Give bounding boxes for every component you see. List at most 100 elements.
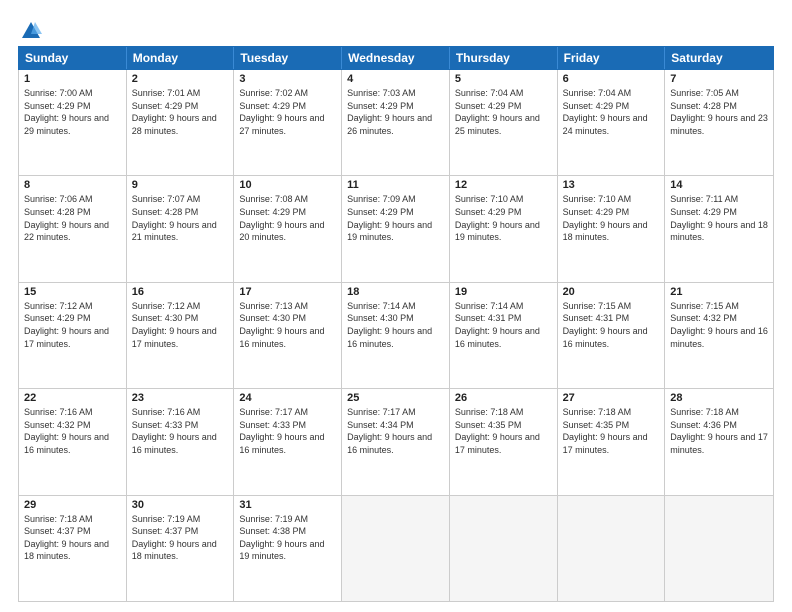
calendar-cell: 6 Sunrise: 7:04 AMSunset: 4:29 PMDaylight… xyxy=(558,70,666,175)
calendar-cell: 14Sunrise: 7:11 AMSunset: 4:29 PMDayligh… xyxy=(665,176,773,281)
day-detail: Sunrise: 7:08 AMSunset: 4:29 PMDaylight:… xyxy=(239,193,336,243)
day-detail: Sunrise: 7:04 AMSunset: 4:29 PMDaylight:… xyxy=(563,87,660,137)
calendar-header-cell: Thursday xyxy=(450,47,558,69)
calendar-cell: 30 Sunrise: 7:19 AMSunset: 4:37 PMDayligh… xyxy=(127,496,235,601)
calendar-header-cell: Friday xyxy=(558,47,666,69)
calendar-cell: 26Sunrise: 7:18 AMSunset: 4:35 PMDayligh… xyxy=(450,389,558,494)
page: SundayMondayTuesdayWednesdayThursdayFrid… xyxy=(0,0,792,612)
day-number: 10 xyxy=(239,179,336,191)
day-detail: Sunrise: 7:01 AMSunset: 4:29 PMDaylight:… xyxy=(132,87,229,137)
calendar: SundayMondayTuesdayWednesdayThursdayFrid… xyxy=(18,46,774,602)
day-detail: Sunrise: 7:14 AMSunset: 4:31 PMDaylight:… xyxy=(455,300,552,350)
day-number: 7 xyxy=(670,73,768,85)
day-number: 1 xyxy=(24,73,121,85)
day-detail: Sunrise: 7:17 AMSunset: 4:34 PMDaylight:… xyxy=(347,406,444,456)
calendar-cell: 20 Sunrise: 7:15 AMSunset: 4:31 PMDayligh… xyxy=(558,283,666,388)
day-detail: Sunrise: 7:10 AMSunset: 4:29 PMDaylight:… xyxy=(563,193,660,243)
calendar-cell: 16 Sunrise: 7:12 AMSunset: 4:30 PMDayligh… xyxy=(127,283,235,388)
day-detail: Sunrise: 7:19 AMSunset: 4:37 PMDaylight:… xyxy=(132,513,229,563)
day-number: 26 xyxy=(455,392,552,404)
day-detail: Sunrise: 7:18 AMSunset: 4:37 PMDaylight:… xyxy=(24,513,121,563)
calendar-cell: 25 Sunrise: 7:17 AMSunset: 4:34 PMDayligh… xyxy=(342,389,450,494)
day-detail: Sunrise: 7:15 AMSunset: 4:32 PMDaylight:… xyxy=(670,300,768,350)
day-detail: Sunrise: 7:12 AMSunset: 4:30 PMDaylight:… xyxy=(132,300,229,350)
calendar-cell: 28Sunrise: 7:18 AMSunset: 4:36 PMDayligh… xyxy=(665,389,773,494)
calendar-cell xyxy=(342,496,450,601)
day-number: 4 xyxy=(347,73,444,85)
calendar-cell xyxy=(558,496,666,601)
calendar-cell: 24Sunrise: 7:17 AMSunset: 4:33 PMDayligh… xyxy=(234,389,342,494)
day-detail: Sunrise: 7:19 AMSunset: 4:38 PMDaylight:… xyxy=(239,513,336,563)
calendar-header: SundayMondayTuesdayWednesdayThursdayFrid… xyxy=(18,46,774,70)
day-detail: Sunrise: 7:18 AMSunset: 4:35 PMDaylight:… xyxy=(563,406,660,456)
header xyxy=(18,16,774,38)
day-detail: Sunrise: 7:10 AMSunset: 4:29 PMDaylight:… xyxy=(455,193,552,243)
calendar-cell: 5 Sunrise: 7:04 AMSunset: 4:29 PMDaylight… xyxy=(450,70,558,175)
calendar-cell: 17Sunrise: 7:13 AMSunset: 4:30 PMDayligh… xyxy=(234,283,342,388)
day-number: 12 xyxy=(455,179,552,191)
day-number: 6 xyxy=(563,73,660,85)
day-detail: Sunrise: 7:02 AMSunset: 4:29 PMDaylight:… xyxy=(239,87,336,137)
calendar-cell: 2Sunrise: 7:01 AMSunset: 4:29 PMDaylight… xyxy=(127,70,235,175)
day-detail: Sunrise: 7:14 AMSunset: 4:30 PMDaylight:… xyxy=(347,300,444,350)
calendar-cell: 4 Sunrise: 7:03 AMSunset: 4:29 PMDaylight… xyxy=(342,70,450,175)
calendar-header-cell: Monday xyxy=(127,47,235,69)
day-number: 31 xyxy=(239,499,336,511)
day-number: 28 xyxy=(670,392,768,404)
day-detail: Sunrise: 7:15 AMSunset: 4:31 PMDaylight:… xyxy=(563,300,660,350)
calendar-header-cell: Saturday xyxy=(665,47,773,69)
calendar-cell: 9 Sunrise: 7:07 AMSunset: 4:28 PMDaylight… xyxy=(127,176,235,281)
day-number: 25 xyxy=(347,392,444,404)
day-detail: Sunrise: 7:00 AMSunset: 4:29 PMDaylight:… xyxy=(24,87,121,137)
day-detail: Sunrise: 7:04 AMSunset: 4:29 PMDaylight:… xyxy=(455,87,552,137)
day-detail: Sunrise: 7:17 AMSunset: 4:33 PMDaylight:… xyxy=(239,406,336,456)
day-number: 17 xyxy=(239,286,336,298)
day-detail: Sunrise: 7:03 AMSunset: 4:29 PMDaylight:… xyxy=(347,87,444,137)
day-number: 11 xyxy=(347,179,444,191)
calendar-cell: 18 Sunrise: 7:14 AMSunset: 4:30 PMDayligh… xyxy=(342,283,450,388)
day-number: 18 xyxy=(347,286,444,298)
calendar-week: 22 Sunrise: 7:16 AMSunset: 4:32 PMDayligh… xyxy=(19,389,773,495)
day-number: 21 xyxy=(670,286,768,298)
calendar-cell xyxy=(450,496,558,601)
calendar-week: 1 Sunrise: 7:00 AMSunset: 4:29 PMDaylight… xyxy=(19,70,773,176)
calendar-cell: 23 Sunrise: 7:16 AMSunset: 4:33 PMDayligh… xyxy=(127,389,235,494)
day-number: 22 xyxy=(24,392,121,404)
day-number: 9 xyxy=(132,179,229,191)
day-number: 13 xyxy=(563,179,660,191)
day-number: 20 xyxy=(563,286,660,298)
calendar-cell: 15 Sunrise: 7:12 AMSunset: 4:29 PMDayligh… xyxy=(19,283,127,388)
day-number: 3 xyxy=(239,73,336,85)
day-detail: Sunrise: 7:12 AMSunset: 4:29 PMDaylight:… xyxy=(24,300,121,350)
calendar-cell: 7 Sunrise: 7:05 AMSunset: 4:28 PMDaylight… xyxy=(665,70,773,175)
calendar-cell: 1 Sunrise: 7:00 AMSunset: 4:29 PMDaylight… xyxy=(19,70,127,175)
day-number: 15 xyxy=(24,286,121,298)
day-number: 30 xyxy=(132,499,229,511)
day-detail: Sunrise: 7:16 AMSunset: 4:32 PMDaylight:… xyxy=(24,406,121,456)
logo xyxy=(18,20,42,38)
day-detail: Sunrise: 7:07 AMSunset: 4:28 PMDaylight:… xyxy=(132,193,229,243)
calendar-cell: 22 Sunrise: 7:16 AMSunset: 4:32 PMDayligh… xyxy=(19,389,127,494)
day-number: 23 xyxy=(132,392,229,404)
day-detail: Sunrise: 7:05 AMSunset: 4:28 PMDaylight:… xyxy=(670,87,768,137)
day-number: 19 xyxy=(455,286,552,298)
day-number: 16 xyxy=(132,286,229,298)
day-number: 29 xyxy=(24,499,121,511)
calendar-cell: 3 Sunrise: 7:02 AMSunset: 4:29 PMDaylight… xyxy=(234,70,342,175)
day-detail: Sunrise: 7:06 AMSunset: 4:28 PMDaylight:… xyxy=(24,193,121,243)
day-detail: Sunrise: 7:09 AMSunset: 4:29 PMDaylight:… xyxy=(347,193,444,243)
calendar-header-cell: Tuesday xyxy=(234,47,342,69)
calendar-header-cell: Sunday xyxy=(19,47,127,69)
calendar-cell: 31 Sunrise: 7:19 AMSunset: 4:38 PMDayligh… xyxy=(234,496,342,601)
calendar-cell: 21 Sunrise: 7:15 AMSunset: 4:32 PMDayligh… xyxy=(665,283,773,388)
calendar-cell xyxy=(665,496,773,601)
calendar-cell: 10 Sunrise: 7:08 AMSunset: 4:29 PMDayligh… xyxy=(234,176,342,281)
calendar-cell: 13 Sunrise: 7:10 AMSunset: 4:29 PMDayligh… xyxy=(558,176,666,281)
calendar-cell: 8Sunrise: 7:06 AMSunset: 4:28 PMDaylight… xyxy=(19,176,127,281)
day-detail: Sunrise: 7:11 AMSunset: 4:29 PMDaylight:… xyxy=(670,193,768,243)
calendar-cell: 12 Sunrise: 7:10 AMSunset: 4:29 PMDayligh… xyxy=(450,176,558,281)
day-number: 5 xyxy=(455,73,552,85)
calendar-week: 15 Sunrise: 7:12 AMSunset: 4:29 PMDayligh… xyxy=(19,283,773,389)
day-detail: Sunrise: 7:16 AMSunset: 4:33 PMDaylight:… xyxy=(132,406,229,456)
calendar-body: 1 Sunrise: 7:00 AMSunset: 4:29 PMDaylight… xyxy=(18,70,774,602)
